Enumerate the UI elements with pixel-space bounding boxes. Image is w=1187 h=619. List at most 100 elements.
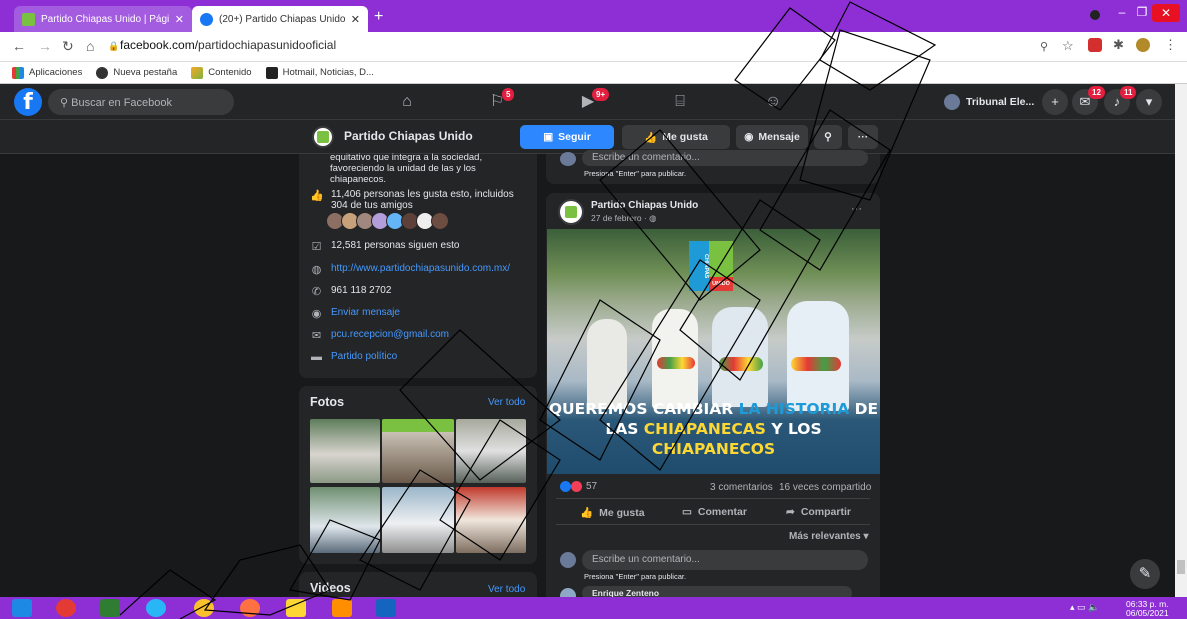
post-image[interactable]: CHIAPAS UNIDO QUEREMOS CAMBIAR LA HISTOR… xyxy=(547,229,880,474)
friends-avatars[interactable] xyxy=(326,212,449,230)
groups-icon[interactable]: ☺ xyxy=(753,89,793,115)
word-app-icon[interactable] xyxy=(376,599,396,617)
page-search-button[interactable]: ⚲ xyxy=(814,125,842,149)
facebook-logo-icon[interactable]: f xyxy=(14,88,42,116)
photo-thumbnail[interactable] xyxy=(456,419,526,483)
restore-icon[interactable]: ❐ xyxy=(1132,5,1152,19)
comment-bubble-icon: ▭ xyxy=(682,506,692,518)
system-tray-icons[interactable]: ▴ ▭ 🔈 xyxy=(1070,602,1099,613)
globe-icon: ◍ xyxy=(311,264,322,276)
chrome-app-icon[interactable] xyxy=(194,599,214,617)
home-icon[interactable]: ⌂ xyxy=(86,38,94,54)
category-row: ▬ Partido político xyxy=(310,351,397,364)
photo-thumbnail[interactable] xyxy=(310,419,380,483)
post-date[interactable]: 27 de febrero · ◍ xyxy=(591,213,657,224)
send-message-link[interactable]: Enviar mensaje xyxy=(331,307,400,318)
friend-avatar[interactable] xyxy=(431,212,449,230)
photo-thumbnail[interactable] xyxy=(382,419,454,483)
profile-dot-icon[interactable] xyxy=(1090,10,1100,20)
browser-app-icon[interactable] xyxy=(146,599,166,617)
email-row: ✉ pcu.recepcion@gmail.com xyxy=(310,329,449,342)
tab-facebook[interactable]: (20+) Partido Chiapas Unido | Facebook ✕ xyxy=(192,6,368,32)
slogan-line-3: CHIAPANECOS xyxy=(651,440,776,458)
post-author-avatar[interactable] xyxy=(558,199,584,225)
office-app-icon[interactable] xyxy=(332,599,352,617)
profile-avatar[interactable] xyxy=(1136,38,1150,52)
extensions-puzzle-icon[interactable]: ✱ xyxy=(1113,37,1124,53)
sort-comments-dropdown[interactable]: Más relevantes ▾ xyxy=(789,531,869,542)
messenger-badge: 12 xyxy=(1088,86,1105,99)
videos-see-all-link[interactable]: Ver todo xyxy=(488,584,525,595)
close-tab-icon[interactable]: ✕ xyxy=(351,13,360,26)
flower-garland xyxy=(719,357,763,371)
firefox-app-icon[interactable] xyxy=(240,599,260,617)
power-app-icon[interactable] xyxy=(56,599,76,617)
share-arrow-icon: ➦ xyxy=(786,506,795,518)
comment-input[interactable]: Escribe un comentario... xyxy=(582,150,868,166)
comment-action-button[interactable]: ▭ Comentar xyxy=(682,506,747,518)
banner-logo-chiapas: CHIAPAS xyxy=(689,241,709,291)
site-favicon-icon xyxy=(22,12,35,26)
bookmark-apps[interactable]: Aplicaciones xyxy=(12,66,82,79)
page-avatar[interactable] xyxy=(312,126,334,148)
category-link[interactable]: Partido político xyxy=(331,351,397,362)
home-nav-icon[interactable]: ⌂ xyxy=(387,89,427,115)
page-title[interactable]: Partido Chiapas Unido xyxy=(344,129,473,143)
create-plus-button[interactable]: + xyxy=(1042,89,1068,115)
back-arrow-icon[interactable]: ← xyxy=(12,38,26,54)
banner-slogan: QUEREMOS CAMBIAR LA HISTORIA DE LAS CHIA… xyxy=(547,399,880,459)
pdf-extension-icon[interactable] xyxy=(1088,38,1102,52)
bookmark-contenido[interactable]: Contenido xyxy=(191,66,252,79)
bookmark-new-tab[interactable]: Nueva pestaña xyxy=(96,66,177,79)
banner-logo-mark xyxy=(709,241,733,277)
globe-icon xyxy=(96,66,109,79)
share-action-button[interactable]: ➦ Compartir xyxy=(786,506,851,518)
photo-thumbnail[interactable] xyxy=(456,487,526,553)
search-input[interactable]: ⚲ Buscar en Facebook xyxy=(48,89,234,115)
post-author-name[interactable]: Partido Chiapas Unido xyxy=(591,200,698,211)
browser-menu-icon[interactable]: ⋮ xyxy=(1164,37,1177,53)
url-field[interactable]: facebook.com/partidochiapasunidooficial xyxy=(120,38,336,52)
msn-icon xyxy=(265,66,278,79)
photos-see-all-link[interactable]: Ver todo xyxy=(488,397,525,408)
new-message-edit-icon[interactable]: ✎ xyxy=(1130,559,1160,589)
windows-taskbar xyxy=(0,597,1187,619)
messenger-small-icon: ◉ xyxy=(744,131,754,143)
post-menu-button[interactable]: ··· xyxy=(851,203,862,215)
message-button[interactable]: ◉ Mensaje xyxy=(736,125,808,149)
tab-partido-pagina[interactable]: Partido Chiapas Unido | Página oficial ✕ xyxy=(14,6,192,32)
page-more-button[interactable]: ··· xyxy=(848,125,878,149)
website-link[interactable]: http://www.partidochiapasunido.com.mx/ xyxy=(331,263,510,274)
account-menu-chevron-icon[interactable]: ▾ xyxy=(1136,89,1162,115)
bookmark-hotmail[interactable]: Hotmail, Noticias, D... xyxy=(265,66,374,79)
commenter-avatar xyxy=(560,152,576,166)
shares-count-link[interactable]: 16 veces compartido xyxy=(779,482,871,493)
banner-logo-unido: UNIDO xyxy=(709,277,733,291)
taskbar-clock[interactable]: 06:33 p. m. 06/05/2021 xyxy=(1126,600,1169,618)
email-link[interactable]: pcu.recepcion@gmail.com xyxy=(331,329,449,340)
marketplace-icon[interactable]: ⌸ xyxy=(660,89,700,115)
reload-icon[interactable]: ↻ xyxy=(62,38,74,55)
forward-arrow-icon[interactable]: → xyxy=(38,38,52,54)
close-tab-icon[interactable]: ✕ xyxy=(175,13,184,26)
page-scrollbar[interactable] xyxy=(1175,84,1187,597)
zoom-icon[interactable]: ⚲ xyxy=(1040,40,1048,53)
comments-count-link[interactable]: 3 comentarios xyxy=(710,482,773,493)
like-page-button[interactable]: 👍 Me gusta xyxy=(622,125,730,149)
comment-input[interactable]: Escribe un comentario... xyxy=(582,550,868,570)
photos-title: Fotos xyxy=(310,395,345,409)
scrollbar-thumb[interactable] xyxy=(1177,560,1185,574)
file-explorer-icon[interactable] xyxy=(286,599,306,617)
like-action-button[interactable]: 👍 Me gusta xyxy=(580,506,645,520)
follow-button[interactable]: ▣ Seguir xyxy=(520,125,614,149)
photo-thumbnail[interactable] xyxy=(382,487,454,553)
account-shortcut[interactable]: Tribunal Ele... xyxy=(940,90,1040,114)
windows-start-icon[interactable] xyxy=(12,599,32,617)
new-tab-button[interactable]: + xyxy=(374,8,383,26)
photo-thumbnail[interactable] xyxy=(310,487,380,553)
app-icon[interactable] xyxy=(100,599,120,617)
reactions-summary[interactable]: 57 xyxy=(560,481,597,492)
close-window-icon[interactable]: ✕ xyxy=(1152,4,1180,22)
minimize-icon[interactable]: – xyxy=(1112,5,1132,19)
bookmark-star-icon[interactable]: ☆ xyxy=(1062,38,1074,54)
